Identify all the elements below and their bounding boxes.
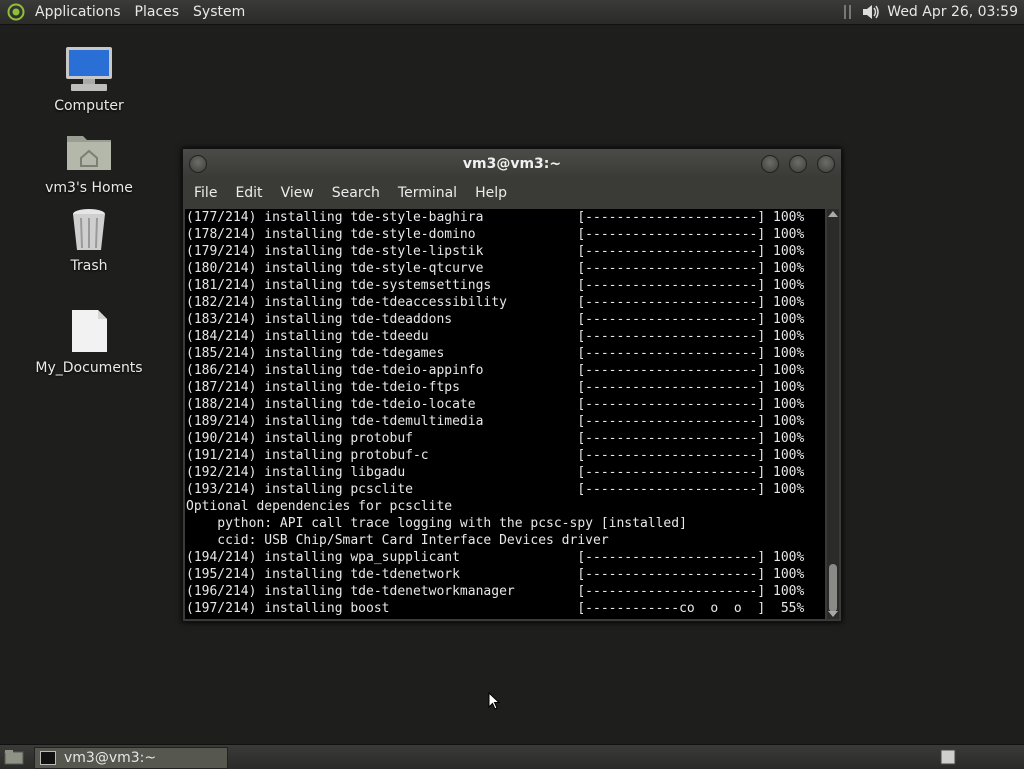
- menu-terminal[interactable]: Terminal: [389, 185, 466, 201]
- tray-handle-icon: [844, 5, 852, 19]
- terminal-menubar: File Edit View Search Terminal Help: [183, 179, 841, 207]
- terminal-scrollbar[interactable]: [827, 209, 839, 619]
- terminal-line: (178/214) installing tde-style-domino [-…: [186, 227, 805, 242]
- menu-help[interactable]: Help: [466, 185, 516, 201]
- desktop-icon-label: My_Documents: [35, 360, 143, 376]
- terminal-line: (180/214) installing tde-style-qtcurve […: [186, 261, 805, 276]
- desktop-icon-label: vm3's Home: [45, 180, 133, 196]
- terminal-line: (191/214) installing protobuf-c [-------…: [186, 448, 805, 463]
- menu-edit[interactable]: Edit: [226, 185, 271, 201]
- volume-icon[interactable]: [861, 3, 881, 21]
- terminal-line: (193/214) installing pcsclite [---------…: [186, 482, 805, 497]
- document-icon: [63, 308, 115, 356]
- terminal-lines: (177/214) installing tde-style-baghira […: [185, 209, 825, 617]
- terminal-line: (185/214) installing tde-tdegames [-----…: [186, 346, 805, 361]
- mouse-pointer-icon: [488, 692, 500, 710]
- distro-logo-icon[interactable]: [7, 3, 25, 21]
- terminal-line: (181/214) installing tde-systemsettings …: [186, 278, 805, 293]
- home-folder-icon: [63, 128, 115, 176]
- desktop-icon-home[interactable]: vm3's Home: [34, 128, 144, 196]
- terminal-line: (187/214) installing tde-tdeio-ftps [---…: [186, 380, 805, 395]
- clock[interactable]: Wed Apr 26, 03:59: [887, 4, 1018, 20]
- menu-search[interactable]: Search: [323, 185, 389, 201]
- panel-tray: Wed Apr 26, 03:59: [841, 0, 1018, 24]
- taskbar-item-terminal[interactable]: vm3@vm3:~: [34, 747, 228, 769]
- applications-menu[interactable]: Applications: [28, 4, 128, 20]
- terminal-line: (194/214) installing wpa_supplicant [---…: [186, 550, 805, 565]
- top-panel: Applications Places System Wed Apr 26, 0…: [0, 0, 1024, 25]
- desktop-icon-label: Trash: [70, 258, 108, 274]
- scroll-thumb[interactable]: [829, 564, 837, 612]
- scroll-up-icon[interactable]: [828, 211, 838, 217]
- terminal-output[interactable]: (177/214) installing tde-style-baghira […: [185, 209, 825, 619]
- close-icon[interactable]: [817, 155, 835, 173]
- terminal-line: (182/214) installing tde-tdeaccessibilit…: [186, 295, 805, 310]
- terminal-line: (189/214) installing tde-tdemultimedia […: [186, 414, 805, 429]
- menu-view[interactable]: View: [272, 185, 323, 201]
- terminal-line: (195/214) installing tde-tdenetwork [---…: [186, 567, 805, 582]
- trash-icon: [63, 206, 115, 254]
- terminal-line: python: API call trace logging with the …: [186, 516, 687, 531]
- maximize-icon[interactable]: [789, 155, 807, 173]
- desktop-icon-trash[interactable]: Trash: [34, 206, 144, 274]
- terminal-line: (188/214) installing tde-tdeio-locate [-…: [186, 397, 805, 412]
- terminal-line: (196/214) installing tde-tdenetworkmanag…: [186, 584, 805, 599]
- terminal-line: (179/214) installing tde-style-lipstik […: [186, 244, 805, 259]
- terminal-line: (184/214) installing tde-tdeedu [-------…: [186, 329, 805, 344]
- terminal-line: (186/214) installing tde-tdeio-appinfo […: [186, 363, 805, 378]
- window-titlebar[interactable]: vm3@vm3:~: [183, 149, 841, 179]
- places-menu[interactable]: Places: [128, 4, 187, 20]
- terminal-line: ccid: USB Chip/Smart Card Interface Devi…: [186, 533, 609, 548]
- desktop-icon-computer[interactable]: Computer: [34, 46, 144, 114]
- system-menu[interactable]: System: [186, 4, 252, 20]
- show-desktop-icon[interactable]: [4, 749, 24, 765]
- terminal-line: (192/214) installing libgadu [----------…: [186, 465, 805, 480]
- workspace-switcher-icon[interactable]: [940, 749, 956, 765]
- bottom-panel: vm3@vm3:~: [0, 744, 1024, 769]
- computer-icon: [63, 46, 115, 94]
- terminal-window[interactable]: vm3@vm3:~ File Edit View Search Terminal…: [182, 148, 842, 622]
- terminal-line: (190/214) installing protobuf [---------…: [186, 431, 805, 446]
- window-title: vm3@vm3:~: [462, 156, 562, 172]
- terminal-line: (183/214) installing tde-tdeaddons [----…: [186, 312, 805, 327]
- terminal-line: Optional dependencies for pcsclite: [186, 499, 453, 514]
- window-menu-icon[interactable]: [189, 155, 207, 173]
- taskbar-item-label: vm3@vm3:~: [64, 750, 157, 766]
- terminal-icon: [40, 751, 56, 765]
- minimize-icon[interactable]: [761, 155, 779, 173]
- terminal-line: (177/214) installing tde-style-baghira […: [186, 210, 805, 225]
- terminal-line: (197/214) installing boost [------------…: [186, 601, 805, 616]
- desktop-icon-label: Computer: [54, 98, 124, 114]
- desktop-icon-my-documents[interactable]: My_Documents: [34, 308, 144, 376]
- menu-file[interactable]: File: [185, 185, 226, 201]
- scroll-down-icon[interactable]: [828, 611, 838, 617]
